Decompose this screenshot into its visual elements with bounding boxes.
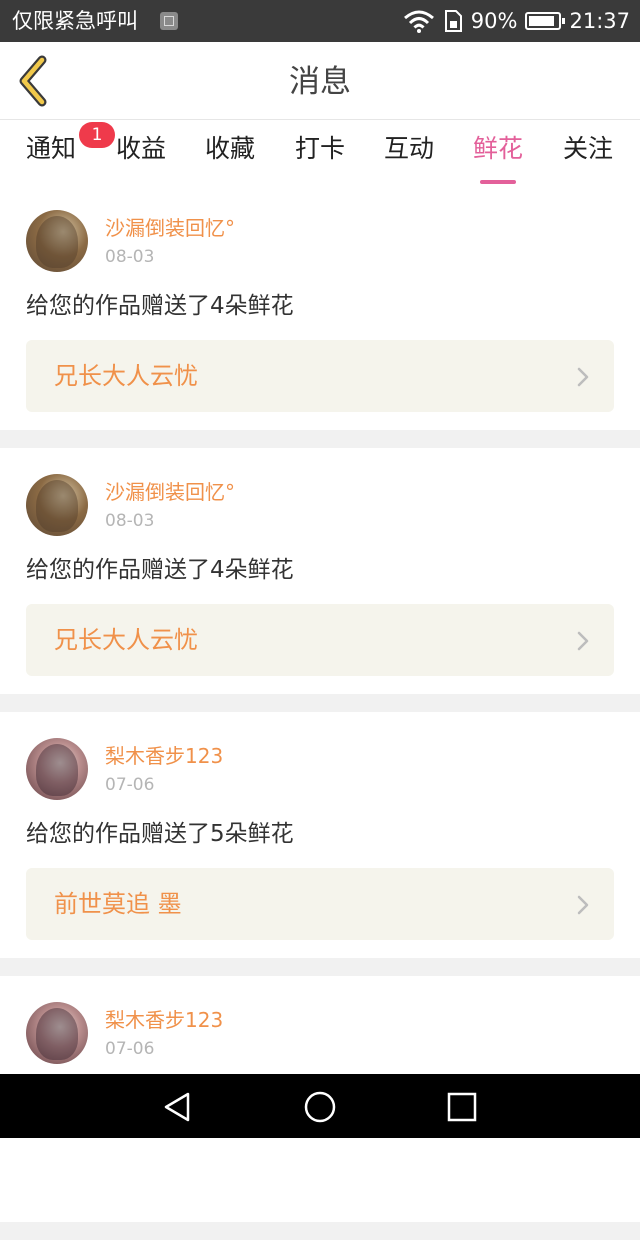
message-text: 给您的作品赠送了4朵鲜花 <box>26 293 294 319</box>
avatar[interactable] <box>26 738 88 800</box>
battery-percent: 90% <box>470 9 518 33</box>
recent-apps-square-icon[interactable] <box>445 1090 479 1124</box>
tab-following[interactable]: 关注 <box>548 128 628 178</box>
chevron-right-icon <box>577 895 589 915</box>
tab-label: 打卡 <box>294 134 345 163</box>
tab-label: 通知 <box>25 134 76 163</box>
sender-name[interactable]: 沙漏倒装回忆° <box>105 214 235 242</box>
tab-label: 互动 <box>383 134 434 163</box>
status-bar: 仅限紧急呼叫 90% 21:37 <box>0 0 640 42</box>
sender-name[interactable]: 沙漏倒装回忆° <box>105 478 235 506</box>
message-date: 07-06 <box>105 1039 155 1059</box>
avatar[interactable] <box>26 210 88 272</box>
message-text: 给您的作品赠送了4朵鲜花 <box>26 557 294 583</box>
message-text: 给您的作品赠送了5朵鲜花 <box>26 821 294 847</box>
work-title: 前世莫追 墨 <box>54 890 182 918</box>
work-link[interactable]: 兄长大人云忧 <box>26 604 614 676</box>
status-bar-right: 90% 21:37 <box>395 7 630 35</box>
sim-card-icon <box>444 10 462 32</box>
image-notification-icon <box>160 12 178 30</box>
work-link[interactable]: 前世莫追 墨 <box>26 868 614 940</box>
wifi-icon <box>403 10 434 33</box>
avatar[interactable] <box>26 474 88 536</box>
tab-interaction[interactable]: 互动 <box>369 128 449 178</box>
tab-flowers[interactable]: 鲜花 <box>458 128 538 184</box>
work-title: 兄长大人云忧 <box>54 362 198 390</box>
sender-name[interactable]: 梨木香步123 <box>105 1006 223 1034</box>
avatar[interactable] <box>26 1002 88 1064</box>
work-link[interactable]: 兄长大人云忧 <box>26 340 614 412</box>
header-bar: 消息 <box>0 42 640 120</box>
message-date: 08-03 <box>105 247 155 267</box>
list-item: 沙漏倒装回忆° 08-03 给您的作品赠送了4朵鲜花 兄长大人云忧 <box>0 448 640 694</box>
tab-label: 收藏 <box>204 134 255 163</box>
tab-label: 鲜花 <box>472 134 523 163</box>
page-title: 消息 <box>289 64 351 100</box>
list-item: 梨木香步123 07-06 给您的作品赠送了5朵鲜花 前世莫追 墨 <box>0 712 640 958</box>
message-date: 07-06 <box>105 775 155 795</box>
tab-bar: 通知 1 收益 收藏 打卡 互动 鲜花 关注 <box>0 120 640 184</box>
battery-level <box>529 16 555 26</box>
chevron-right-icon <box>577 367 589 387</box>
list-item: 沙漏倒装回忆° 08-03 给您的作品赠送了4朵鲜花 兄长大人云忧 <box>0 184 640 430</box>
carrier-text: 仅限紧急呼叫 <box>12 9 138 33</box>
battery-icon <box>525 12 566 30</box>
tab-label: 关注 <box>562 134 613 163</box>
home-circle-icon[interactable] <box>303 1090 337 1124</box>
message-date: 08-03 <box>105 511 155 531</box>
chevron-right-icon <box>577 631 589 651</box>
back-triangle-icon[interactable] <box>160 1090 194 1124</box>
system-navigation-bar <box>0 1074 640 1138</box>
tab-notifications[interactable]: 通知 1 <box>11 122 115 178</box>
tab-earnings[interactable]: 收益 <box>101 128 181 178</box>
tab-checkin[interactable]: 打卡 <box>280 128 360 178</box>
work-title: 兄长大人云忧 <box>54 626 198 654</box>
sender-name[interactable]: 梨木香步123 <box>105 742 223 770</box>
tab-label: 收益 <box>115 134 166 163</box>
tab-favorites[interactable]: 收藏 <box>190 128 270 178</box>
clock: 21:37 <box>569 9 630 33</box>
